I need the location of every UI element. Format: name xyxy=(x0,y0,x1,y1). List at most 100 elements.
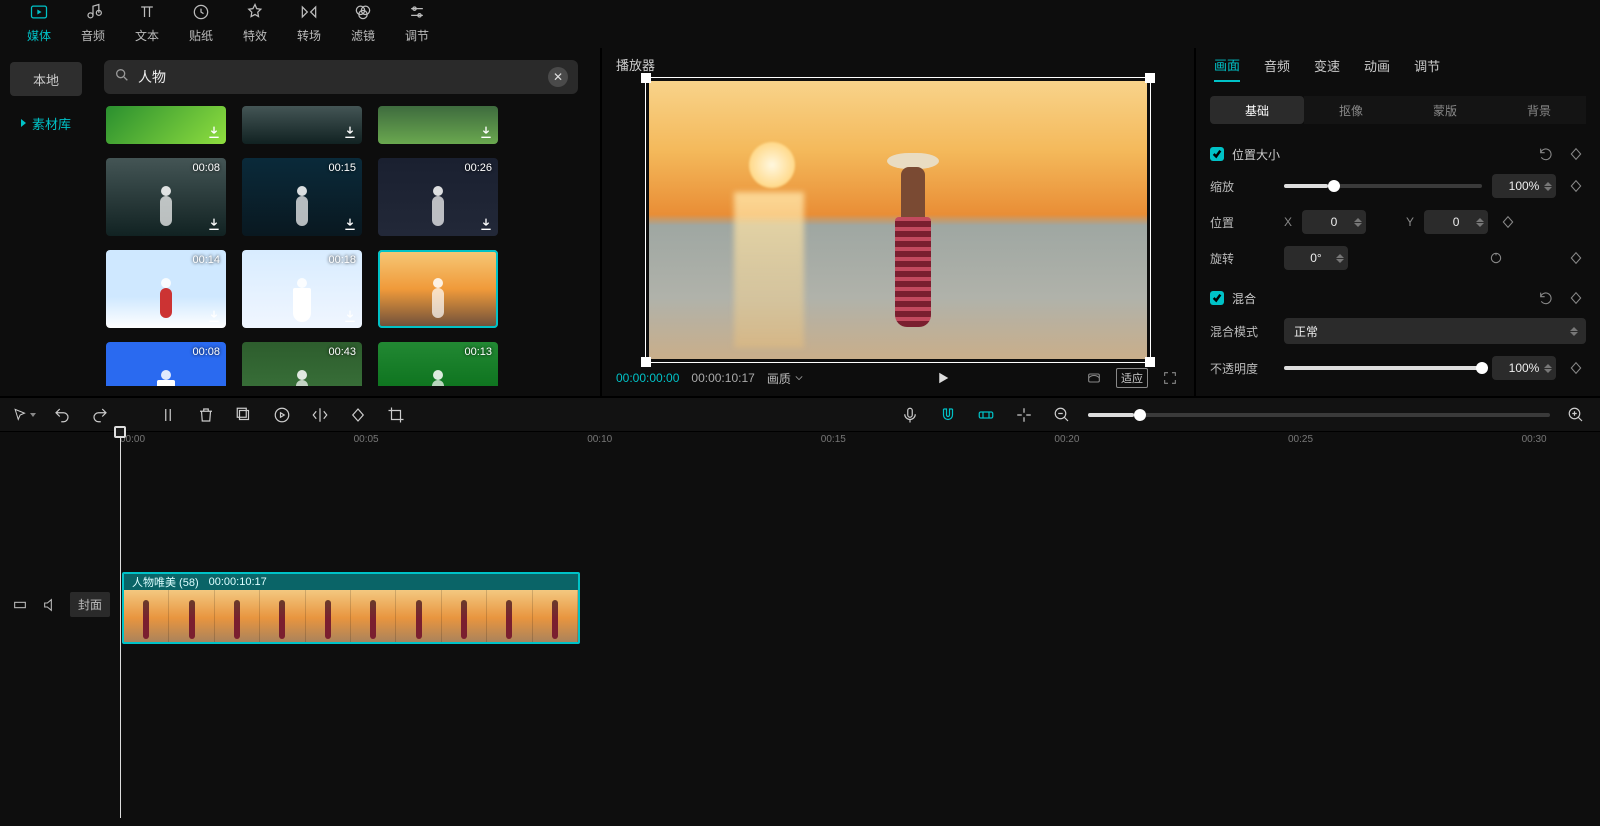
search-field[interactable]: ✕ xyxy=(104,60,578,94)
asset-thumb[interactable]: 00:26 xyxy=(378,158,498,236)
blend-mode-select[interactable]: 正常 xyxy=(1284,318,1586,344)
delete-tool[interactable] xyxy=(194,403,218,427)
asset-thumb[interactable]: 00:43 xyxy=(242,342,362,386)
search-input[interactable] xyxy=(138,69,548,85)
inspector-tab-audio[interactable]: 音频 xyxy=(1264,56,1290,81)
asset-thumb[interactable] xyxy=(378,106,498,144)
inspector-tab-anim[interactable]: 动画 xyxy=(1364,56,1390,81)
magnet-track-button[interactable] xyxy=(974,403,998,427)
timecode-current: 00:00:00:00 xyxy=(616,371,679,385)
timeline-panel[interactable]: 00:00 00:05 00:10 00:15 00:20 00:25 00:3… xyxy=(0,432,1600,826)
canvas[interactable] xyxy=(649,81,1147,359)
download-icon[interactable] xyxy=(206,216,222,232)
crop2-tool[interactable] xyxy=(384,403,408,427)
download-icon[interactable] xyxy=(206,124,222,140)
download-icon[interactable] xyxy=(478,216,494,232)
timecode-duration: 00:00:10:17 xyxy=(691,371,754,385)
snap-button[interactable] xyxy=(1012,403,1036,427)
keyframe-icon[interactable] xyxy=(1566,176,1586,196)
clip-header: 人物唯美 (58) 00:00:10:17 xyxy=(124,574,578,590)
inspector-tab-speed[interactable]: 变速 xyxy=(1314,56,1340,81)
quality-select[interactable]: 画质 xyxy=(767,370,803,387)
tab-effect[interactable]: 特效 xyxy=(228,1,282,48)
track-collapse-icon[interactable] xyxy=(10,595,30,615)
checkbox-icon[interactable] xyxy=(1210,291,1224,305)
play-button[interactable] xyxy=(815,369,1072,387)
opacity-value[interactable]: 100% xyxy=(1492,356,1556,380)
scale-slider[interactable] xyxy=(1284,184,1482,188)
download-icon[interactable] xyxy=(342,124,358,140)
tab-media[interactable]: 媒体 xyxy=(12,1,66,48)
scale-value[interactable]: 100% xyxy=(1492,174,1556,198)
fit-button[interactable]: 适应 xyxy=(1116,368,1148,388)
inspector-tab-picture[interactable]: 画面 xyxy=(1214,55,1240,82)
asset-thumb[interactable]: 00:14 xyxy=(106,250,226,328)
download-icon[interactable] xyxy=(342,216,358,232)
timeline-clip[interactable]: 人物唯美 (58) 00:00:10:17 xyxy=(122,572,580,644)
ruler-tick: 00:10 xyxy=(587,434,612,445)
reset-icon[interactable] xyxy=(1536,144,1556,164)
track-mute-icon[interactable] xyxy=(40,595,60,615)
tab-transition[interactable]: 转场 xyxy=(282,1,336,48)
tab-text[interactable]: 文本 xyxy=(120,1,174,48)
player-controls: 00:00:00:00 00:00:10:17 画质 适应 xyxy=(602,360,1194,396)
asset-thumb[interactable] xyxy=(106,106,226,144)
scope-icon[interactable] xyxy=(1084,368,1104,388)
undo-button[interactable] xyxy=(50,403,74,427)
download-icon[interactable] xyxy=(206,308,222,324)
zoom-in-button[interactable] xyxy=(1564,403,1588,427)
zoom-slider[interactable] xyxy=(1088,413,1550,417)
opacity-slider[interactable] xyxy=(1284,366,1482,370)
tab-audio[interactable]: 音频 xyxy=(66,1,120,48)
reset-icon[interactable] xyxy=(1536,288,1556,308)
sidebar-item-local[interactable]: 本地 xyxy=(10,62,82,96)
selection-frame[interactable] xyxy=(645,77,1151,363)
time-ruler[interactable]: 00:00 00:05 00:10 00:15 00:20 00:25 00:3… xyxy=(120,432,1580,452)
asset-thumb[interactable]: 00:08 xyxy=(106,158,226,236)
asset-thumb-selected[interactable] xyxy=(378,250,498,328)
fullscreen-icon[interactable] xyxy=(1160,368,1180,388)
player-stage[interactable] xyxy=(602,80,1194,360)
checkbox-icon[interactable] xyxy=(1210,147,1224,161)
crop-tool[interactable] xyxy=(232,403,256,427)
subtab-bg[interactable]: 背景 xyxy=(1492,96,1586,124)
mirror-tool[interactable] xyxy=(308,403,332,427)
sidebar-item-library[interactable]: 素材库 xyxy=(10,106,82,140)
asset-thumb[interactable]: 00:18 xyxy=(242,250,362,328)
keyframe-icon[interactable] xyxy=(1566,358,1586,378)
asset-thumb[interactable]: 00:13 xyxy=(378,342,498,386)
cursor-tool[interactable] xyxy=(12,403,36,427)
cover-button[interactable]: 封面 xyxy=(70,592,110,617)
keyframe-icon[interactable] xyxy=(1566,248,1586,268)
split-tool[interactable] xyxy=(156,403,180,427)
keyframe-icon[interactable] xyxy=(1566,144,1586,164)
zoom-out-button[interactable] xyxy=(1050,403,1074,427)
asset-thumb[interactable]: 00:15 xyxy=(242,158,362,236)
speed-tool[interactable] xyxy=(270,403,294,427)
mic-button[interactable] xyxy=(898,403,922,427)
asset-thumb[interactable]: 00:08 xyxy=(106,342,226,386)
keyframe-icon[interactable] xyxy=(1498,212,1518,232)
text-icon xyxy=(136,1,158,23)
inspector-tab-adjust[interactable]: 调节 xyxy=(1414,56,1440,81)
library-body: ✕ 00:08 00:15 00:26 00:14 00:18 00:08 00… xyxy=(92,48,600,396)
redo-button[interactable] xyxy=(88,403,112,427)
search-clear-button[interactable]: ✕ xyxy=(548,67,568,87)
tab-sticker[interactable]: 贴纸 xyxy=(174,1,228,48)
tab-filter[interactable]: 滤镜 xyxy=(336,1,390,48)
download-icon[interactable] xyxy=(478,124,494,140)
rotate-tool[interactable] xyxy=(346,403,370,427)
subtab-basic[interactable]: 基础 xyxy=(1210,96,1304,124)
subtab-stencil[interactable]: 蒙版 xyxy=(1398,96,1492,124)
download-icon[interactable] xyxy=(342,308,358,324)
player-panel: 播放器 00:00:00:00 00:00:10:17 画质 适应 xyxy=(600,48,1196,396)
subtab-mask[interactable]: 抠像 xyxy=(1304,96,1398,124)
keyframe-icon[interactable] xyxy=(1566,288,1586,308)
pos-y-value[interactable]: 0 xyxy=(1424,210,1488,234)
rotate-value[interactable]: 0° xyxy=(1284,246,1348,270)
magnet-main-button[interactable] xyxy=(936,403,960,427)
tab-adjust[interactable]: 调节 xyxy=(390,1,444,48)
pos-x-value[interactable]: 0 xyxy=(1302,210,1366,234)
asset-thumb[interactable] xyxy=(242,106,362,144)
rotate-dial-icon[interactable] xyxy=(1486,248,1506,268)
